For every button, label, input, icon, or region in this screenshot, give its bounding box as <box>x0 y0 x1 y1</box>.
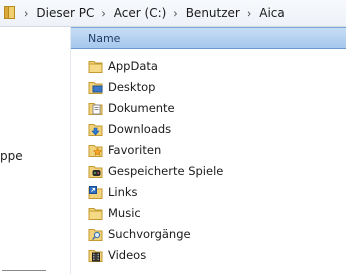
list-item[interactable]: Music <box>71 203 346 224</box>
breadcrumb-item-drive[interactable]: Acer (C:) <box>113 6 168 20</box>
list-item-label: Downloads <box>108 122 172 136</box>
navigation-pane: ppe <box>0 27 71 274</box>
desktop-folder-icon <box>88 82 103 94</box>
list-item-label: Desktop <box>108 80 156 94</box>
breadcrumb-item-benutzer[interactable]: Benutzer <box>185 6 241 20</box>
chevron-right-icon[interactable]: › <box>247 6 251 21</box>
downloads-folder-icon <box>88 124 103 136</box>
list-item-label: Gespeicherte Spiele <box>108 164 224 178</box>
column-header-name[interactable]: Name <box>71 27 346 49</box>
list-item-label: Suchvorgänge <box>108 227 191 241</box>
chevron-right-icon[interactable]: › <box>101 6 105 21</box>
folder-icon <box>88 61 103 73</box>
favorites-folder-icon <box>88 145 103 157</box>
breadcrumb-item-aica[interactable]: Aica <box>258 6 286 20</box>
list-item-label: AppData <box>108 59 158 73</box>
list-item[interactable]: Links <box>71 182 346 203</box>
list-item-label: Videos <box>108 248 147 262</box>
file-list: AppData Desktop Dokumente Downloads Favo… <box>71 56 346 266</box>
explorer-window: › Dieser PC › Acer (C:) › Benutzer › Aic… <box>0 0 346 274</box>
address-bar[interactable]: › Dieser PC › Acer (C:) › Benutzer › Aic… <box>0 0 346 27</box>
links-folder-icon <box>88 186 103 199</box>
list-item[interactable]: Gespeicherte Spiele <box>71 161 346 182</box>
list-item[interactable]: Downloads <box>71 119 346 140</box>
list-item[interactable]: Suchvorgänge <box>71 224 346 245</box>
folder-icon <box>4 6 15 19</box>
horizontal-scrollbar[interactable] <box>2 270 46 274</box>
breadcrumb-item-dieser-pc[interactable]: Dieser PC <box>35 6 95 20</box>
folder-icon <box>88 208 103 220</box>
nav-item-partial[interactable]: ppe <box>0 149 23 163</box>
list-item[interactable]: AppData <box>71 56 346 77</box>
list-item-label: Favoriten <box>108 143 162 157</box>
list-item-label: Links <box>108 185 138 199</box>
list-item-label: Music <box>108 206 141 220</box>
list-item[interactable]: Dokumente <box>71 98 346 119</box>
list-item[interactable]: Videos <box>71 245 346 266</box>
videos-folder-icon <box>88 250 103 262</box>
column-header-label: Name <box>88 32 121 45</box>
chevron-right-icon[interactable]: › <box>24 6 28 21</box>
documents-folder-icon <box>88 103 103 115</box>
list-item-label: Dokumente <box>108 101 175 115</box>
saved-games-folder-icon <box>88 166 103 178</box>
chevron-right-icon[interactable]: › <box>173 6 177 21</box>
searches-folder-icon <box>88 229 103 241</box>
list-item[interactable]: Favoriten <box>71 140 346 161</box>
list-item[interactable]: Desktop <box>71 77 346 98</box>
breadcrumb: › Dieser PC › Acer (C:) › Benutzer › Aic… <box>18 0 286 26</box>
